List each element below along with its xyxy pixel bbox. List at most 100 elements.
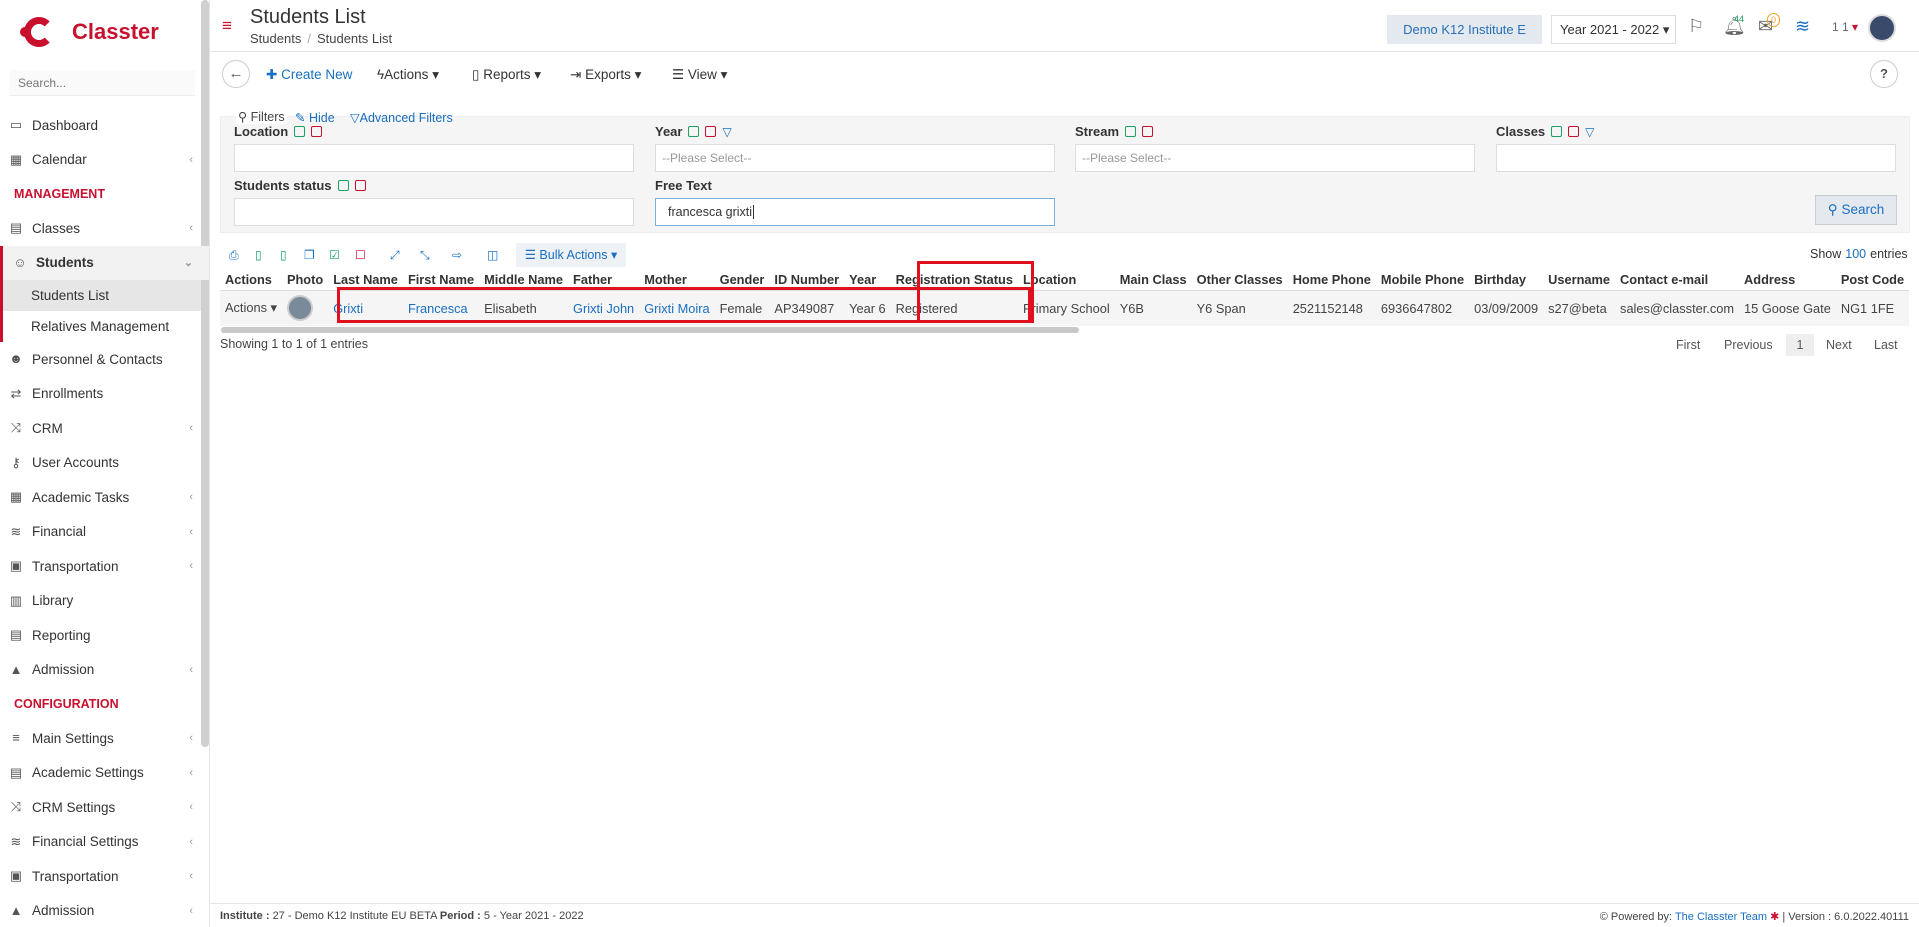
- table-horizontal-scrollbar[interactable]: [221, 327, 1079, 333]
- actions-dropdown[interactable]: ϟActions ▾: [377, 67, 439, 83]
- column-header-username[interactable]: Username: [1543, 270, 1616, 291]
- period-value: 5 - Year 2021 - 2022: [483, 910, 584, 922]
- compress-icon[interactable]: ⤡: [420, 248, 430, 263]
- exports-dropdown[interactable]: ⇥ Exports ▾: [570, 67, 641, 83]
- select-all-icon[interactable]: [688, 126, 700, 137]
- clear-icon[interactable]: [1568, 126, 1580, 137]
- entries-count-select[interactable]: 100: [1845, 247, 1866, 261]
- sidebar-item-crm[interactable]: ⤨ CRM ‹: [0, 411, 209, 446]
- students-status-filter-input[interactable]: [234, 198, 634, 226]
- select-all-icon[interactable]: [1551, 126, 1563, 137]
- free-text-input[interactable]: francesca grixti: [655, 198, 1055, 226]
- column-header-actions[interactable]: Actions: [220, 270, 282, 291]
- page-toolbar: ← ✚ Create New ϟActions ▾ ▯ Reports ▾ ⇥ …: [220, 58, 1910, 90]
- brand-logo[interactable]: Classter: [0, 0, 209, 64]
- select-all-icon[interactable]: [1125, 126, 1137, 137]
- clear-icon[interactable]: [311, 126, 323, 137]
- column-header-other-classes[interactable]: Other Classes: [1191, 270, 1288, 291]
- chevron-left-icon: ‹: [189, 766, 193, 779]
- hamburger-menu-icon[interactable]: ≡: [222, 17, 232, 34]
- sidebar-item-admission[interactable]: ▲ Admission ‹: [0, 653, 209, 688]
- classes-filter-input[interactable]: [1496, 144, 1896, 172]
- clear-icon[interactable]: [1142, 126, 1154, 137]
- advanced-filters-button[interactable]: ▽Advanced Filters: [350, 110, 453, 125]
- institute-selector[interactable]: Demo K12 Institute E: [1387, 15, 1542, 44]
- sidebar-item-main-settings[interactable]: ≡ Main Settings ‹: [0, 721, 209, 756]
- sidebar-item-financial[interactable]: ≋ Financial ‹: [0, 515, 209, 550]
- column-header-main-class[interactable]: Main Class: [1114, 270, 1192, 291]
- select-all-icon[interactable]: ☑: [329, 248, 340, 262]
- copy-icon[interactable]: ❐: [304, 248, 315, 262]
- deselect-all-icon[interactable]: ☐: [355, 248, 366, 262]
- location-filter-input[interactable]: [234, 144, 634, 172]
- sidebar-search-input[interactable]: [10, 70, 195, 96]
- sidebar-subitem-students-list[interactable]: Students List: [0, 280, 209, 311]
- clear-icon[interactable]: [354, 180, 366, 191]
- sidebar-item-financial-settings[interactable]: ≋ Financial Settings ‹: [0, 825, 209, 860]
- sidebar-item-admission[interactable]: ▲ Admission ‹: [0, 894, 209, 927]
- column-header-photo[interactable]: Photo: [281, 270, 329, 291]
- excel-icon[interactable]: ▯: [255, 248, 262, 262]
- flag-icon[interactable]: ⚐: [1688, 16, 1704, 37]
- sidebar-item-academic-tasks[interactable]: ▦ Academic Tasks ‹: [0, 480, 209, 515]
- select-all-icon[interactable]: [294, 126, 306, 137]
- pager-last[interactable]: Last: [1874, 338, 1898, 352]
- sidebar-item-label: Admission: [32, 903, 95, 919]
- sidebar-item-academic-settings[interactable]: ▤ Academic Settings ‹: [0, 756, 209, 791]
- clear-icon[interactable]: [705, 126, 717, 137]
- sidebar-item-crm-settings[interactable]: ⤨ CRM Settings ‹: [0, 790, 209, 825]
- column-header-address[interactable]: Address: [1739, 270, 1836, 291]
- column-header-home-phone[interactable]: Home Phone: [1287, 270, 1376, 291]
- sidebar-item-classes[interactable]: ▤ Classes ‹: [0, 211, 209, 246]
- year-selector[interactable]: Year 2021 - 2022 ▾: [1551, 15, 1676, 44]
- bulk-actions-label: Bulk Actions: [539, 248, 608, 262]
- layers-icon[interactable]: ≋: [1795, 16, 1810, 37]
- sidebar-item-enrollments[interactable]: ⇄ Enrollments: [0, 377, 209, 412]
- export-file-icon[interactable]: ⇨: [452, 248, 462, 262]
- user-menu-count[interactable]: 1 1 ▾: [1832, 20, 1858, 34]
- sidebar-item-transportation[interactable]: ▣ Transportation ‹: [0, 549, 209, 584]
- sidebar-item-dashboard[interactable]: ▭ Dashboard: [0, 108, 209, 143]
- actions-label: Actions: [384, 67, 429, 82]
- sidebar-item-calendar[interactable]: ▦ Calendar ‹: [0, 143, 209, 178]
- search-button[interactable]: ⚲ Search: [1815, 195, 1897, 225]
- user-avatar[interactable]: [1868, 14, 1896, 42]
- chevron-left-icon: ‹: [189, 560, 193, 573]
- reports-dropdown[interactable]: ▯ Reports ▾: [472, 67, 541, 83]
- sidebar-subitem-relatives-management[interactable]: Relatives Management: [0, 311, 209, 342]
- help-button[interactable]: ?: [1870, 60, 1898, 88]
- row-actions-dropdown[interactable]: Actions ▾: [220, 290, 282, 326]
- crm-icon: ⤨: [10, 420, 22, 436]
- classter-team-link[interactable]: The Classter Team: [1675, 911, 1767, 923]
- hide-filters-button[interactable]: ✎ Hide: [295, 110, 335, 125]
- pager-current-page[interactable]: 1: [1786, 334, 1814, 356]
- funnel-icon[interactable]: ▽: [1585, 125, 1594, 139]
- print-icon[interactable]: ⎙: [229, 248, 239, 263]
- funnel-icon[interactable]: ▽: [722, 125, 731, 139]
- create-new-button[interactable]: ✚ Create New: [266, 67, 352, 83]
- sidebar-item-reporting[interactable]: ▤ Reporting: [0, 618, 209, 653]
- columns-icon[interactable]: ◫: [487, 248, 498, 262]
- column-header-contact-e-mail[interactable]: Contact e-mail: [1615, 270, 1740, 291]
- year-filter-select[interactable]: --Please Select--: [655, 144, 1055, 172]
- view-dropdown[interactable]: ☰ View ▾: [672, 67, 727, 83]
- csv-icon[interactable]: ▯: [280, 248, 287, 262]
- back-arrow-icon[interactable]: ←: [222, 60, 250, 88]
- column-header-post-code[interactable]: Post Code: [1835, 270, 1910, 291]
- column-header-birthday[interactable]: Birthday: [1469, 270, 1544, 291]
- bulk-actions-dropdown[interactable]: ☰ Bulk Actions ▾: [516, 243, 626, 267]
- expand-icon[interactable]: ⤢: [390, 248, 400, 263]
- sidebar-item-students[interactable]: ☺ Students ⌄: [0, 245, 209, 280]
- pager-first[interactable]: First: [1676, 338, 1700, 352]
- sidebar-item-personnel-contacts[interactable]: ☻ Personnel & Contacts: [0, 342, 209, 377]
- sidebar-item-library[interactable]: ▥ Library: [0, 584, 209, 619]
- sidebar-item-user-accounts[interactable]: ⚷ User Accounts: [0, 446, 209, 481]
- pager-previous[interactable]: Previous: [1724, 338, 1773, 352]
- avatar: [286, 295, 313, 322]
- pager-next[interactable]: Next: [1826, 338, 1852, 352]
- column-header-mobile-phone[interactable]: Mobile Phone: [1375, 270, 1470, 291]
- stream-filter-select[interactable]: --Please Select--: [1075, 144, 1475, 172]
- select-all-icon[interactable]: [337, 180, 349, 191]
- breadcrumb-students[interactable]: Students: [250, 31, 301, 46]
- sidebar-item-transportation[interactable]: ▣ Transportation ‹: [0, 859, 209, 894]
